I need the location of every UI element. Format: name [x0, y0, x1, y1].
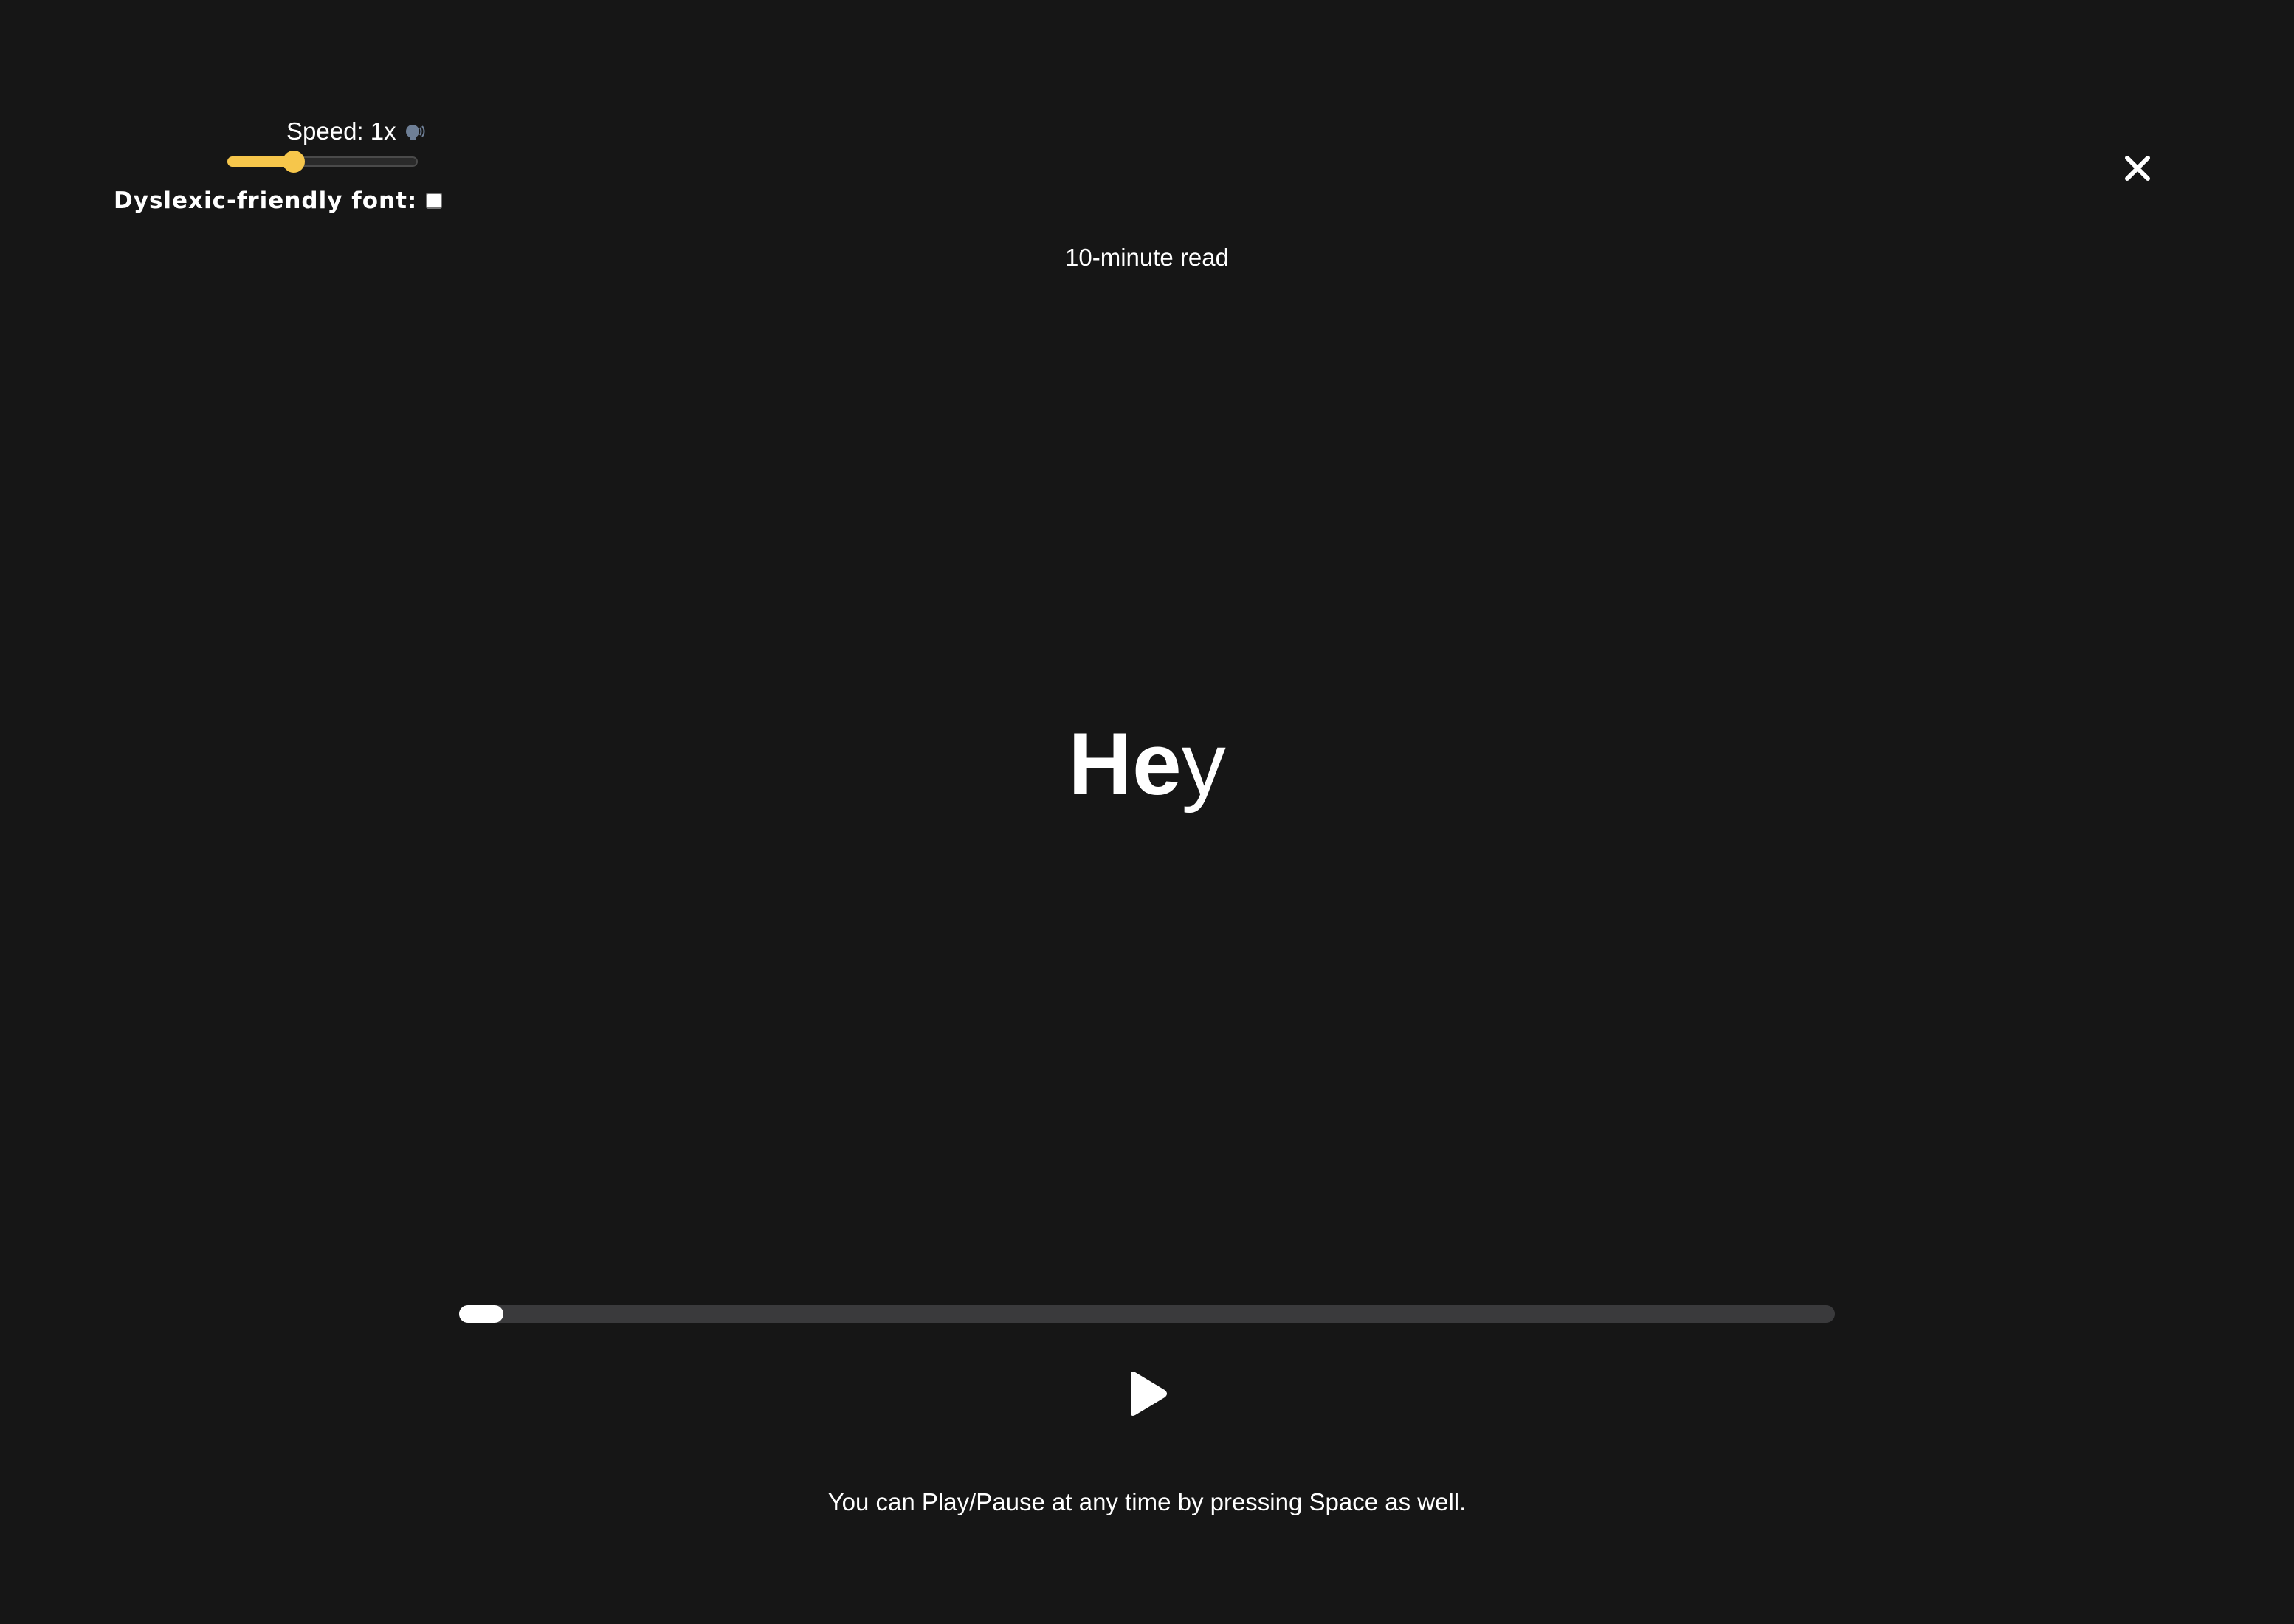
reading-progress-bar[interactable]	[459, 1305, 1835, 1323]
current-word-bold: He	[1068, 715, 1182, 813]
dyslexic-font-option: Dyslexic-friendly font:	[114, 185, 443, 217]
play-icon[interactable]	[1125, 1370, 1169, 1417]
dyslexic-font-checkbox[interactable]	[426, 193, 443, 209]
reading-progress-fill	[459, 1305, 503, 1323]
current-word: Hey	[0, 709, 2294, 819]
speed-reader-page: Speed: 1x Dyslexic-friendly font: 10-min…	[0, 0, 2294, 1624]
speed-slider[interactable]	[227, 151, 419, 173]
dyslexic-font-label: Dyslexic-friendly font:	[114, 187, 418, 214]
current-word-rest: y	[1181, 715, 1226, 813]
speed-control: Speed: 1x	[286, 114, 426, 149]
speed-label: Speed: 1x	[286, 117, 396, 145]
speaking-head-icon	[405, 125, 425, 140]
read-time: 10-minute read	[1065, 244, 1229, 271]
close-icon[interactable]	[2120, 151, 2155, 186]
keyboard-hint: You can Play/Pause at any time by pressi…	[827, 1488, 1467, 1515]
speed-slider-thumb[interactable]	[283, 151, 306, 173]
